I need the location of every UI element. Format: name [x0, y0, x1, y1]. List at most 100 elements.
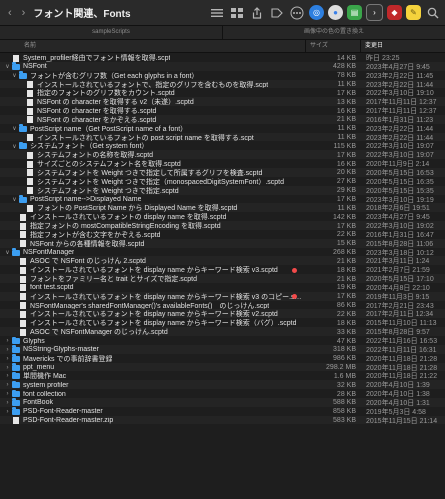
disclosure-triangle-icon[interactable]: ∨ [4, 249, 11, 256]
item-size: 115 KB [333, 142, 356, 150]
folder-icon [19, 141, 27, 150]
window-title: フォント関連、Fonts [33, 9, 131, 20]
file-row[interactable]: インストールされているフォントの post script name を取得する.… [0, 132, 445, 142]
item-date: 2023年2月22日 11:44 [366, 81, 434, 89]
disclosure-triangle-icon[interactable]: › [4, 409, 11, 415]
folder-row[interactable]: › Mavericks での事前辞書登録 986 KB 2020年11月18日 21:… [0, 354, 445, 363]
folder-row[interactable]: › font collection 28 KB 2020年4月10日 1:38 [0, 389, 445, 398]
tab-samplescripts[interactable]: sampleScripts [0, 26, 222, 39]
tag-icon[interactable] [269, 5, 285, 21]
file-row[interactable]: NSFont からの各種情報を取得.scptd 15 KB 2015年8月28日 1… [0, 238, 445, 248]
disclosure-triangle-icon[interactable]: › [4, 373, 11, 379]
item-name: NSFont [23, 63, 47, 71]
disclosure-triangle-icon[interactable]: › [4, 347, 11, 353]
file-row[interactable]: インストールされているフォントを display name からキーワード検索 … [0, 291, 445, 301]
file-row[interactable]: システムフォントを Weight つきで指定して所属するグリフを検査.scptd… [0, 167, 445, 177]
disclosure-triangle-icon[interactable]: › [4, 356, 11, 362]
list-view-icon[interactable] [209, 5, 225, 21]
folder-row[interactable]: › NSString-Glyphs-master 318 KB 2022年11月11日… [0, 344, 445, 354]
back-button[interactable]: ‹ [8, 7, 12, 19]
disclosure-triangle-icon[interactable]: ∨ [4, 63, 11, 70]
disclosure-triangle-icon[interactable]: › [4, 338, 11, 344]
size-column-header[interactable]: サイズ [305, 40, 360, 52]
disclosure-triangle-icon[interactable]: ∨ [11, 196, 18, 203]
file-row[interactable]: インストールされているフォントを display name からキーワード検索 … [0, 265, 445, 274]
file-row[interactable]: フォントをファミリー名と trait とサイズで指定.scptd 21 KB 202… [0, 274, 445, 283]
folder-row[interactable]: ∨ システムフォント（Get system font） 115 KB 2022年3月1… [0, 141, 445, 150]
app-numbers-icon[interactable]: ▤ [347, 5, 362, 20]
search-icon[interactable] [425, 5, 441, 21]
file-row[interactable]: font test.scptd 19 KB 2020年4月8日 22:10 [0, 283, 445, 292]
file-row[interactable]: システムフォントの名称を取得.scptd 17 KB 2022年3月10日 19:0… [0, 150, 445, 160]
app-sticky-icon[interactable]: ✎ [406, 5, 421, 20]
disclosure-triangle-icon[interactable]: ∨ [11, 143, 18, 150]
file-row[interactable]: NSFontManager's sharedFontManager()'s av… [0, 301, 445, 309]
folder-row[interactable]: ∨ PostScript name（Get PostScript name of … [0, 124, 445, 133]
disclosure-triangle-icon[interactable]: › [4, 400, 11, 406]
name-column-header[interactable]: 名前 [0, 40, 305, 52]
file-row[interactable]: 指定のフォントのグリフ数をカウント.scptd 17 KB 2022年3月10日 1… [0, 88, 445, 97]
file-row[interactable]: NSFont の character を取得する.scptd 16 KB 2017年… [0, 106, 445, 115]
name-cell: › ppt_menu [0, 363, 305, 372]
item-date: 2017年2月11日 12:34 [366, 311, 434, 319]
date-column-header[interactable]: 変更日 [360, 40, 445, 52]
app-ruby-icon[interactable]: ◆ [387, 5, 402, 20]
app-safari-icon[interactable]: ◎ [309, 5, 324, 20]
file-row[interactable]: フォントの PostScript Name から Displayed Name … [0, 203, 445, 213]
item-name: システムフォントを Weight つきで指定して所属するグリフを検査.scptd [37, 169, 263, 177]
name-cell: インストールされているフォントを display name からキーワード検索 … [0, 265, 305, 274]
file-row[interactable]: インストールされているフォントを display name からキーワード検索（… [0, 318, 445, 327]
name-cell: › NSString-Glyphs-master [0, 345, 305, 354]
tab-image-color-replace[interactable]: 画像中の色の置き換え [222, 26, 445, 39]
file-row[interactable]: サイズごとのシステムフォント名を取得.scptd 16 KB 2020年11月9日 … [0, 159, 445, 168]
file-row[interactable]: インストールされているフォントを display name からキーワード検索 … [0, 309, 445, 319]
app-chrome-icon[interactable]: ● [328, 5, 343, 20]
folder-row[interactable]: ∨ NSFontManager 268 KB 2023年3月18日 10:12 [0, 248, 445, 257]
folder-row[interactable]: ∨ NSFont 428 KB 2023年4月27日 9:45 [0, 61, 445, 71]
forward-button[interactable]: › [22, 7, 26, 19]
folder-row[interactable]: ∨ フォントが含むグリフ数（Get each glyphs in a font） 7… [0, 71, 445, 80]
file-row[interactable]: システムフォントを Weight つきで指定.scptd 29 KB 2020年5月… [0, 185, 445, 195]
file-row[interactable]: インストールされているフォントで、指定のグリフを含むものを取得.scpt 11 K… [0, 79, 445, 89]
item-size: 588 KB [333, 399, 356, 407]
folder-row[interactable]: › ppt_menu 298.2 MB 2020年11月18日 21:28 [0, 362, 445, 372]
item-name: インストールされているフォントを display name からキーワード検索（… [30, 320, 297, 328]
item-size: 298.2 MB [326, 364, 356, 372]
file-row[interactable]: インストールされているフォントの display name を取得.scptd 1… [0, 212, 445, 221]
file-row[interactable]: 指定フォントが含む文字をかぞえる.scptd 22 KB 2016年1月31日 16… [0, 230, 445, 239]
item-date: 2020年4月10日 1:31 [366, 399, 430, 407]
item-date: 2023年3月18日 10:12 [366, 249, 434, 257]
item-size: 11 KB [337, 204, 356, 212]
disclosure-triangle-icon[interactable]: ∨ [11, 125, 18, 132]
file-row[interactable]: NSFont の character を取得する v2（未遂）.scptd 13 … [0, 97, 445, 107]
file-row[interactable]: システムフォントを Weight つきで指定（monospacedDigitSy… [0, 177, 445, 186]
file-row[interactable]: ASOC で NSFontManager のじっけん.scptd 33 KB 201… [0, 327, 445, 336]
disclosure-triangle-icon[interactable]: ∨ [11, 72, 18, 79]
item-size: 986 KB [333, 355, 356, 363]
file-row[interactable]: 指定フォントの mostCompatibleStringEncoding を取得… [0, 221, 445, 230]
file-row[interactable]: System_profiler経由でフォント情報を取得.scpt 14 KB 昨日 … [0, 53, 445, 62]
item-size: 21 KB [336, 257, 356, 265]
name-cell: System_profiler経由でフォント情報を取得.scpt [0, 53, 305, 62]
name-cell: › PSD-Font-Reader-master [0, 407, 305, 416]
disclosure-triangle-icon[interactable]: › [4, 391, 11, 397]
share-icon[interactable] [249, 5, 265, 21]
more-icon[interactable] [289, 5, 305, 21]
folder-row[interactable]: › PSD-Font-Reader-master 858 KB 2019年5月3日 4… [0, 407, 445, 416]
app-terminal-icon[interactable]: › [366, 4, 383, 21]
item-size: 16 KB [336, 160, 356, 168]
folder-row[interactable]: › system profiler 32 KB 2020年4月10日 1:39 [0, 380, 445, 390]
file-row[interactable]: ASOC で NSFont のじっけん 2.scptd 21 KB 2021年3月1… [0, 256, 445, 266]
file-row[interactable]: PSD-Font-Reader-master.zip 583 KB 2015年11月… [0, 415, 445, 425]
folder-row[interactable]: › 単間機作 Mac 1.6 MB 2020年11月18日 21:22 [0, 371, 445, 380]
folder-row[interactable]: › Glyphs 47 KB 2022年11月16日 16:53 [0, 336, 445, 345]
disclosure-triangle-icon[interactable]: › [4, 382, 11, 388]
group-icon[interactable] [229, 5, 245, 21]
folder-row[interactable]: › FontBook 588 KB 2020年4月10日 1:31 [0, 397, 445, 407]
item-date: 2020年5月15日 15:35 [366, 187, 434, 195]
item-date: 2022年11月11日 16:31 [366, 346, 437, 354]
file-row[interactable]: NSFont の character をかぞえる.scptd 21 KB 2016年… [0, 114, 445, 124]
folder-icon [12, 371, 20, 380]
disclosure-triangle-icon[interactable]: › [4, 365, 11, 371]
folder-row[interactable]: ∨ PostScript name-->Displayed Name 17 KB 20… [0, 195, 445, 203]
